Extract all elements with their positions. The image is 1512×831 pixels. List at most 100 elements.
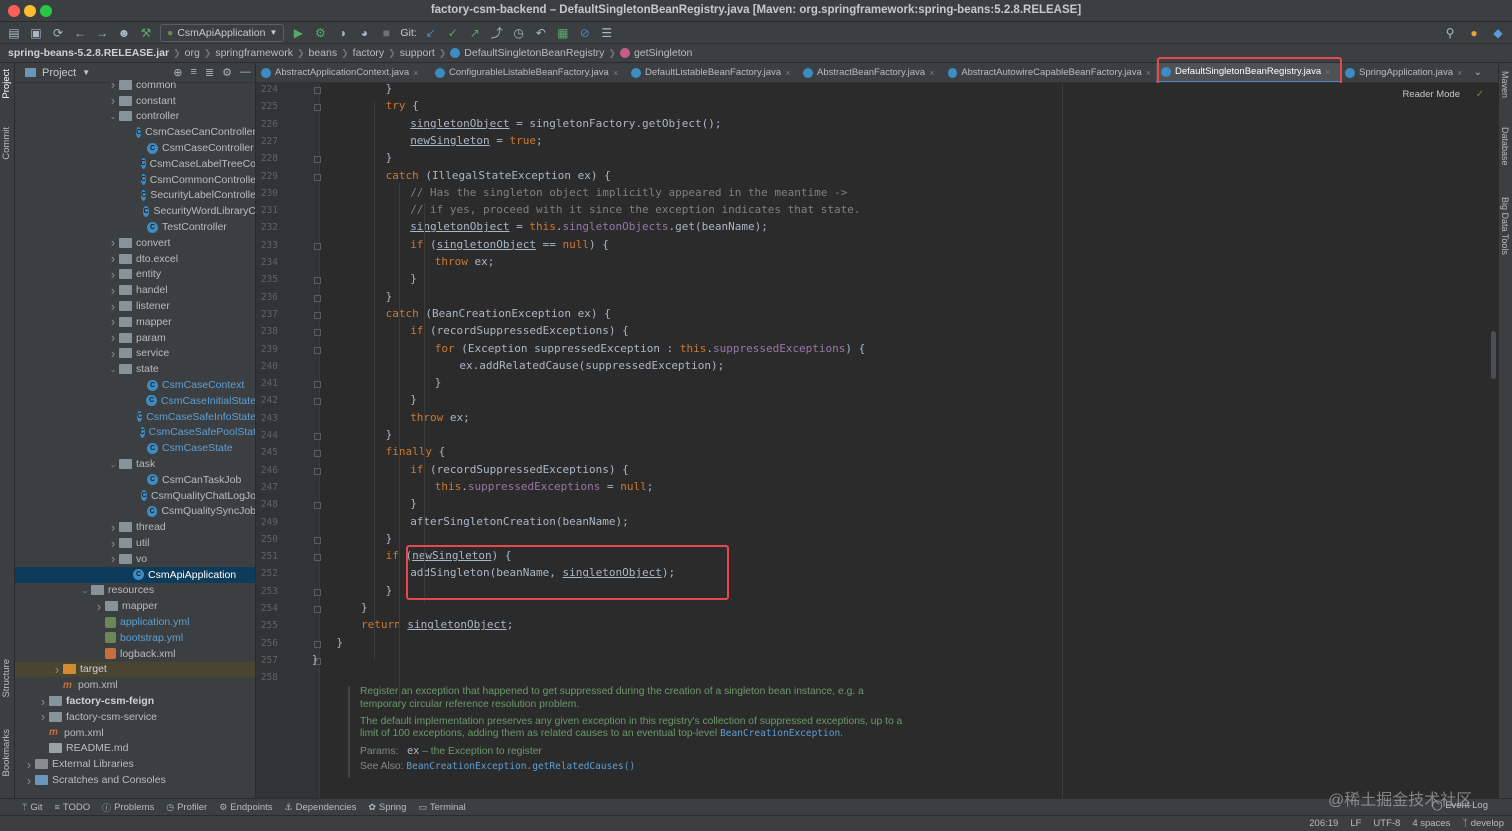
sync-icon[interactable]: ⟳ <box>50 25 66 41</box>
chevron-right-icon[interactable]: › <box>107 299 119 314</box>
editor-tab[interactable]: DefaultListableBeanFactory.java × <box>626 63 798 82</box>
git-commit-icon[interactable]: ✓ <box>445 25 461 41</box>
tree-item[interactable]: › mapper <box>15 314 255 330</box>
chevron-down-icon[interactable]: ⌄ <box>107 365 119 374</box>
open-folder-icon[interactable]: ▤ <box>6 25 22 41</box>
chevron-right-icon[interactable]: › <box>107 235 119 250</box>
indent-setting[interactable]: 4 spaces <box>1412 818 1450 829</box>
tool-window-dependencies[interactable]: ⚓ Dependencies <box>285 802 357 813</box>
tool-tab-maven[interactable]: Maven <box>1500 71 1510 98</box>
chevron-down-icon[interactable]: ⌄ <box>107 460 119 469</box>
editor-tab[interactable]: ConfigurableListableBeanFactory.java × <box>430 63 626 82</box>
git-push-icon[interactable]: ↗ <box>467 25 483 41</box>
tree-item[interactable]: C CsmQualitySyncJob <box>15 504 255 520</box>
javadoc-link[interactable]: BeanCreationException <box>720 728 840 739</box>
close-tab-icon[interactable]: × <box>785 68 790 78</box>
search-icon[interactable]: ⚲ <box>1442 25 1458 41</box>
tree-item[interactable]: C CsmApiApplication <box>15 566 255 583</box>
tree-item[interactable]: C CsmCaseCanController <box>15 124 255 140</box>
line-separator[interactable]: LF <box>1350 818 1361 829</box>
breadcrumb-item-springframework[interactable]: springframework <box>215 47 293 59</box>
git-branch[interactable]: ᛉ develop <box>1462 818 1504 829</box>
tool-window-todo[interactable]: ≡ TODO <box>55 802 91 813</box>
tool-tab-structure[interactable]: Structure <box>1 659 12 698</box>
breadcrumb-item-support[interactable]: support <box>400 47 435 59</box>
close-tab-icon[interactable]: × <box>1457 68 1462 78</box>
tree-item[interactable]: m pom.xml <box>15 725 255 741</box>
chevron-right-icon[interactable]: › <box>37 709 49 724</box>
tree-item[interactable]: C SecurityWordLibraryC <box>15 203 255 219</box>
tree-item[interactable]: › Scratches and Consoles <box>15 772 255 788</box>
chevron-right-icon[interactable]: › <box>107 93 119 108</box>
chevron-right-icon[interactable]: › <box>51 662 63 677</box>
tree-item[interactable]: › listener <box>15 298 255 314</box>
tree-item[interactable]: C SecurityLabelControlle <box>15 188 255 204</box>
chevron-right-icon[interactable]: › <box>107 283 119 298</box>
editor-tab[interactable]: AbstractApplicationContext.java × <box>256 63 430 82</box>
back-icon[interactable]: ← <box>72 25 88 41</box>
chevron-right-icon[interactable]: › <box>93 599 105 614</box>
tree-item[interactable]: C CsmCaseSafeInfoState <box>15 409 255 425</box>
breadcrumb-item-method[interactable]: getSingleton <box>634 47 692 59</box>
javadoc-see-link[interactable]: BeanCreationException.getRelatedCauses() <box>406 761 635 772</box>
tree-item[interactable]: C TestController <box>15 219 255 235</box>
file-encoding[interactable]: UTF-8 <box>1373 818 1400 829</box>
stop-icon[interactable]: ■ <box>378 25 394 41</box>
editor-tab[interactable]: SpringApplication.java × <box>1340 63 1470 82</box>
tool-window-spring[interactable]: ✿ Spring <box>368 802 406 813</box>
caret-position[interactable]: 206:19 <box>1309 818 1338 829</box>
update-icon[interactable]: ● <box>1466 25 1482 41</box>
close-tab-icon[interactable]: × <box>413 68 418 78</box>
chevron-right-icon[interactable]: › <box>107 251 119 266</box>
tree-item[interactable]: › common <box>15 77 255 93</box>
tool-window-git[interactable]: ᛘ Git <box>22 802 43 813</box>
editor-tab[interactable]: AbstractBeanFactory.java × <box>798 63 943 82</box>
tree-item[interactable]: › service <box>15 346 255 362</box>
debug-icon[interactable]: ⚙ <box>312 25 328 41</box>
tree-item[interactable]: › mapper <box>15 598 255 614</box>
breadcrumb-item-beans[interactable]: beans <box>309 47 338 59</box>
tree-item[interactable]: C CsmCaseSafePoolStat <box>15 425 255 441</box>
tree-item[interactable]: C CsmCaseController <box>15 140 255 156</box>
translate-icon[interactable]: ☰ <box>599 25 615 41</box>
tree-item[interactable]: C CsmQualityChatLogJo <box>15 488 255 504</box>
editor-scrollbar[interactable] <box>1491 331 1496 379</box>
git-rollback-icon[interactable]: ↶ <box>533 25 549 41</box>
build-icon[interactable]: ⚒ <box>138 25 154 41</box>
user-icon[interactable]: ☻ <box>116 25 132 41</box>
tool-tab-commit[interactable]: Commit <box>1 127 12 160</box>
tree-item[interactable]: C CsmCaseState <box>15 440 255 456</box>
tree-item[interactable]: m pom.xml <box>15 677 255 693</box>
tree-item[interactable]: bootstrap.yml <box>15 630 255 646</box>
chevron-right-icon[interactable]: › <box>107 551 119 566</box>
run-icon[interactable]: ▶ <box>290 25 306 41</box>
coverage-icon[interactable]: ◑ <box>334 25 350 41</box>
chevron-right-icon[interactable]: › <box>107 520 119 535</box>
profile-icon[interactable]: ◕ <box>356 25 372 41</box>
close-tab-icon[interactable]: × <box>1325 67 1330 77</box>
tree-item[interactable]: › thread <box>15 519 255 535</box>
chevron-down-icon[interactable]: ⌄ <box>79 586 91 595</box>
tool-tab-database[interactable]: Database <box>1500 127 1510 166</box>
close-tab-icon[interactable]: × <box>1146 68 1151 78</box>
disable-icon[interactable]: ⊘ <box>577 25 593 41</box>
chevron-right-icon[interactable]: › <box>107 267 119 282</box>
tree-item[interactable]: › External Libraries <box>15 756 255 772</box>
chevron-right-icon[interactable]: › <box>107 314 119 329</box>
breadcrumb-item-factory[interactable]: factory <box>353 47 385 59</box>
tree-item[interactable]: C CsmCaseInitialState <box>15 393 255 409</box>
tree-item[interactable]: › handel <box>15 282 255 298</box>
tree-item[interactable]: ⌄ controller <box>15 109 255 125</box>
tree-item[interactable]: › param <box>15 330 255 346</box>
tree-item[interactable]: › factory-csm-feign <box>15 693 255 709</box>
tree-item[interactable]: C CsmCommonControlle <box>15 172 255 188</box>
tree-item[interactable]: ⌄ state <box>15 361 255 377</box>
tool-window-terminal[interactable]: ▭ Terminal <box>418 802 465 813</box>
tool-tab-bookmarks[interactable]: Bookmarks <box>1 729 12 777</box>
tool-tab-bigdata[interactable]: Big Data Tools <box>1500 197 1510 255</box>
tree-item[interactable]: › target <box>15 661 255 678</box>
breadcrumb-item-class[interactable]: DefaultSingletonBeanRegistry <box>464 47 604 59</box>
save-icon[interactable]: ▣ <box>28 25 44 41</box>
tree-item[interactable]: README.md <box>15 741 255 757</box>
tree-item[interactable]: C CsmCanTaskJob <box>15 472 255 488</box>
